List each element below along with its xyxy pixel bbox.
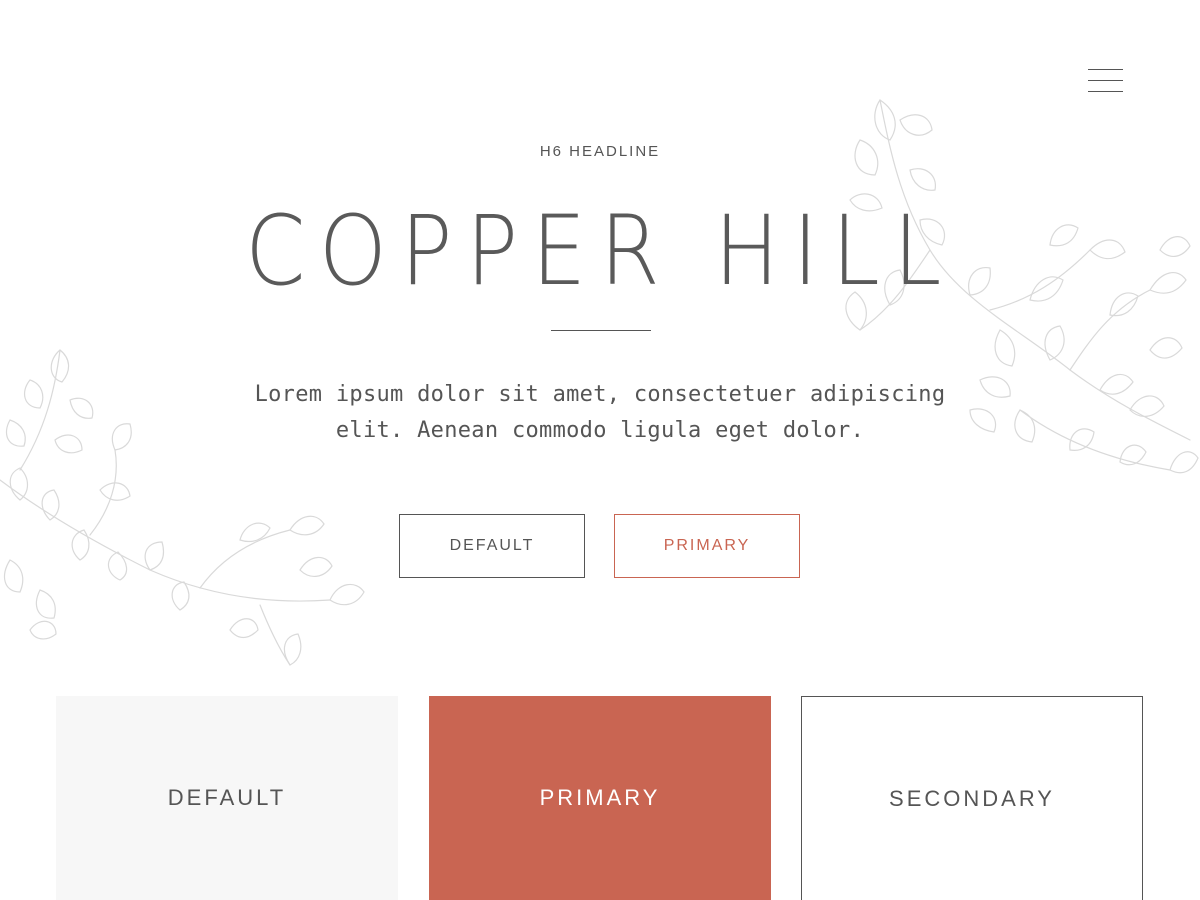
card-label: SECONDARY <box>889 785 1055 811</box>
default-card[interactable]: DEFAULT <box>56 696 398 900</box>
lead-line: elit. Aenean commodo ligula eget dolor. <box>335 418 865 443</box>
hero-lead-text: Lorem ipsum dolor sit amet, consectetuer… <box>200 377 1000 449</box>
primary-button[interactable]: PRIMARY <box>614 514 800 578</box>
card-label: DEFAULT <box>167 785 287 810</box>
eyebrow-headline: H6 HEADLINE <box>539 143 661 160</box>
menu-bar <box>1088 69 1123 70</box>
menu-bar <box>1088 91 1123 92</box>
default-button[interactable]: DEFAULT <box>399 514 585 578</box>
hero-title: COPPER HILL <box>245 195 955 307</box>
menu-bar <box>1088 80 1123 81</box>
primary-card[interactable]: PRIMARY <box>429 696 771 900</box>
page: H6 HEADLINE COPPER HILL Lorem ipsum dolo… <box>0 0 1200 900</box>
secondary-card[interactable]: SECONDARY <box>801 696 1143 900</box>
hamburger-menu-icon[interactable] <box>1088 68 1124 94</box>
title-divider <box>551 330 651 331</box>
lead-line: Lorem ipsum dolor sit amet, consectetuer… <box>254 382 946 407</box>
card-label: PRIMARY <box>539 785 661 810</box>
